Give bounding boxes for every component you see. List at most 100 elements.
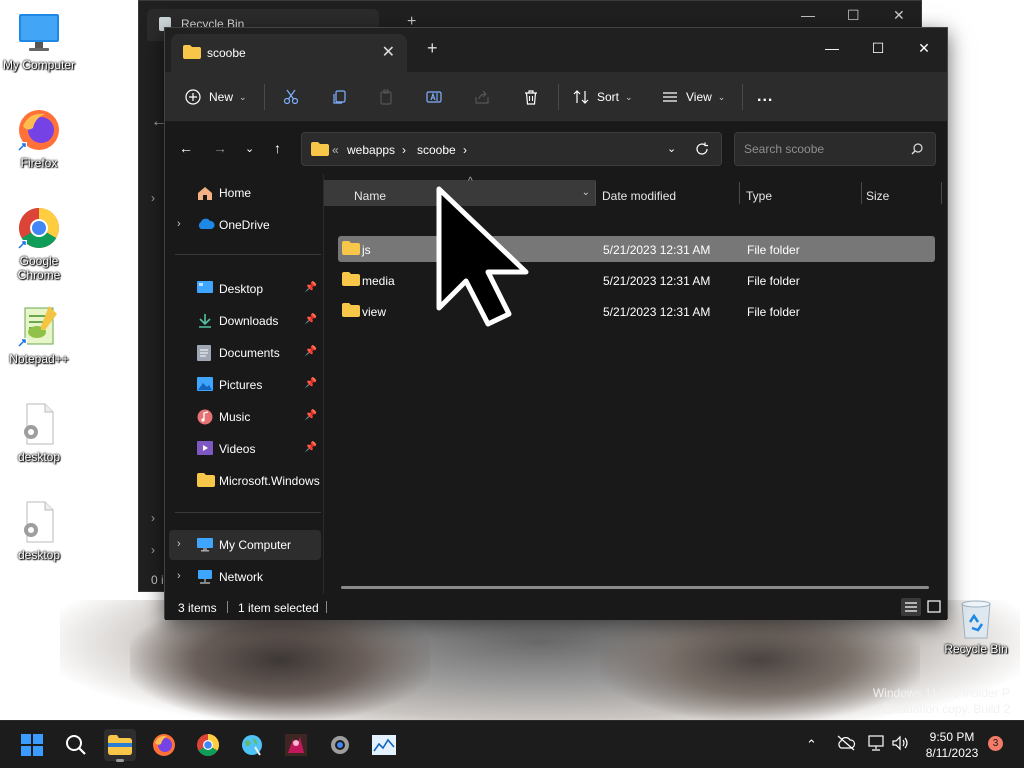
paste-button[interactable] xyxy=(378,84,394,110)
file-name: js xyxy=(362,243,371,257)
column-header-size[interactable]: Size xyxy=(866,180,942,206)
refresh-icon[interactable] xyxy=(695,142,709,159)
tiles-view-icon[interactable] xyxy=(925,598,943,616)
breadcrumb-separator-icon[interactable]: › xyxy=(463,143,467,157)
breadcrumb-overflow[interactable]: « xyxy=(332,143,339,157)
taskbar-file-explorer[interactable] xyxy=(104,729,136,762)
column-header-date-modified[interactable]: Date modified xyxy=(602,180,740,206)
close-button[interactable]: ✕ xyxy=(893,7,905,24)
taskbar-image-app[interactable] xyxy=(280,729,312,761)
desktop-icon-label: desktop xyxy=(17,548,61,562)
close-tab-icon[interactable]: ✕ xyxy=(382,42,395,62)
sidebar-item-my-computer[interactable]: › My Computer xyxy=(169,530,321,560)
desktop-icon-desktop-ini-2[interactable]: desktop xyxy=(0,498,78,562)
up-arrow-icon[interactable]: ↑ xyxy=(274,140,281,156)
horizontal-scrollbar[interactable] xyxy=(341,586,929,589)
table-row[interactable]: media 5/21/2023 12:31 AM File folder xyxy=(338,267,935,293)
copy-button[interactable] xyxy=(331,84,347,110)
see-more-button[interactable]: ... xyxy=(757,84,773,110)
column-divider[interactable] xyxy=(595,182,596,204)
column-divider[interactable] xyxy=(861,182,862,204)
title-bar[interactable]: scoobe ✕ + — ☐ ✕ xyxy=(165,28,947,72)
taskbar-globe-app[interactable] xyxy=(236,729,268,761)
sidebar-item-label: Music xyxy=(219,410,251,424)
desktop-icon-notepadpp[interactable]: Notepad++ xyxy=(0,302,78,366)
breadcrumb-separator-icon[interactable]: › xyxy=(402,143,406,157)
desktop-icon-firefox[interactable]: Firefox xyxy=(0,106,78,170)
desktop-icon-desktop-ini-1[interactable]: desktop xyxy=(0,400,78,464)
maximize-button[interactable]: ☐ xyxy=(847,7,860,24)
chevron-right-icon[interactable]: › xyxy=(177,570,181,582)
breadcrumb-scoobe[interactable]: scoobe xyxy=(417,143,456,157)
cloud-offline-icon[interactable] xyxy=(836,735,856,754)
chevron-right-icon[interactable]: › xyxy=(177,538,181,550)
address-history-chevron-icon[interactable]: ⌄ xyxy=(667,142,676,155)
sidebar-item-microsoft-windows[interactable]: Microsoft.Windows xyxy=(169,466,321,496)
sidebar-item-music[interactable]: Music 📌 xyxy=(169,402,321,432)
close-button[interactable]: ✕ xyxy=(901,34,947,62)
chevron-right-icon[interactable]: › xyxy=(151,511,155,525)
recent-locations-chevron-icon[interactable]: ⌄ xyxy=(245,142,254,155)
sidebar-item-onedrive[interactable]: › OneDrive xyxy=(169,210,321,240)
sidebar-item-home[interactable]: Home xyxy=(169,178,321,208)
column-header-label: Size xyxy=(866,189,890,203)
chevron-right-icon[interactable]: › xyxy=(151,543,155,557)
sidebar-item-label: Documents xyxy=(219,346,280,360)
taskbar-chart-app[interactable] xyxy=(368,729,400,761)
taskbar-settings[interactable] xyxy=(324,729,356,761)
breadcrumb-webapps[interactable]: webapps xyxy=(347,143,395,157)
taskbar-chrome[interactable] xyxy=(192,729,224,761)
new-button[interactable]: New ⌄ xyxy=(185,84,247,110)
pin-icon[interactable]: 📌 xyxy=(305,378,317,389)
chevron-right-icon[interactable]: › xyxy=(151,191,155,205)
search-icon[interactable] xyxy=(911,143,923,158)
desktop-icon-recycle-bin[interactable]: Recycle Bin xyxy=(940,596,1012,656)
desktop-icon-chrome[interactable]: Google Chrome xyxy=(0,204,78,282)
view-button[interactable]: View ⌄ xyxy=(662,84,725,110)
desktop-icon-my-computer[interactable]: My Computer xyxy=(0,8,78,72)
column-divider[interactable] xyxy=(941,182,942,204)
maximize-button[interactable]: ☐ xyxy=(855,34,901,62)
chevron-down-icon[interactable]: ⌄ xyxy=(582,187,590,198)
pin-icon[interactable]: 📌 xyxy=(305,282,317,293)
new-tab-button[interactable]: + xyxy=(427,38,438,59)
delete-button[interactable] xyxy=(523,84,539,110)
pin-icon[interactable]: 📌 xyxy=(305,410,317,421)
details-view-icon[interactable] xyxy=(901,598,921,616)
search-box[interactable] xyxy=(734,132,936,166)
sidebar-item-desktop[interactable]: Desktop 📌 xyxy=(169,274,321,304)
sidebar-item-pictures[interactable]: Pictures 📌 xyxy=(169,370,321,400)
notification-badge[interactable]: 3 xyxy=(988,736,1003,751)
table-row[interactable]: view 5/21/2023 12:31 AM File folder xyxy=(338,298,935,324)
address-bar[interactable]: « webapps › scoobe › ⌄ xyxy=(301,132,722,166)
volume-icon[interactable] xyxy=(892,735,910,754)
cut-button[interactable] xyxy=(283,84,299,110)
tab-scoobe[interactable]: scoobe ✕ xyxy=(171,34,407,72)
taskbar-clock[interactable]: 9:50 PM 8/11/2023 xyxy=(916,729,988,761)
sidebar-item-downloads[interactable]: Downloads 📌 xyxy=(169,306,321,336)
back-arrow-icon[interactable]: ← xyxy=(179,140,193,156)
network-status-icon[interactable] xyxy=(868,735,886,754)
pin-icon[interactable]: 📌 xyxy=(305,346,317,357)
sort-button[interactable]: Sort ⌄ xyxy=(573,84,633,110)
start-button[interactable] xyxy=(16,729,48,761)
minimize-button[interactable]: — xyxy=(801,7,815,23)
column-divider[interactable] xyxy=(739,182,740,204)
pin-icon[interactable]: 📌 xyxy=(305,442,317,453)
rename-button[interactable] xyxy=(426,84,442,110)
sidebar-item-videos[interactable]: Videos 📌 xyxy=(169,434,321,464)
show-hidden-icons-chevron-icon[interactable]: ⌃ xyxy=(806,737,817,753)
file-explorer-window[interactable]: scoobe ✕ + — ☐ ✕ New ⌄ Sort ⌄ View ⌄ ...… xyxy=(164,27,948,620)
column-header-type[interactable]: Type xyxy=(746,180,862,206)
sidebar-item-network[interactable]: › Network xyxy=(169,562,321,592)
pin-icon[interactable]: 📌 xyxy=(305,314,317,325)
share-button[interactable] xyxy=(474,84,490,110)
sidebar-item-documents[interactable]: Documents 📌 xyxy=(169,338,321,368)
taskbar-search-button[interactable] xyxy=(60,729,92,761)
table-row[interactable]: js 5/21/2023 12:31 AM File folder xyxy=(338,236,935,262)
forward-arrow-icon[interactable]: → xyxy=(213,140,227,156)
taskbar-firefox[interactable] xyxy=(148,729,180,761)
chevron-right-icon[interactable]: › xyxy=(177,218,181,230)
search-input[interactable] xyxy=(744,142,904,156)
minimize-button[interactable]: — xyxy=(809,34,855,62)
